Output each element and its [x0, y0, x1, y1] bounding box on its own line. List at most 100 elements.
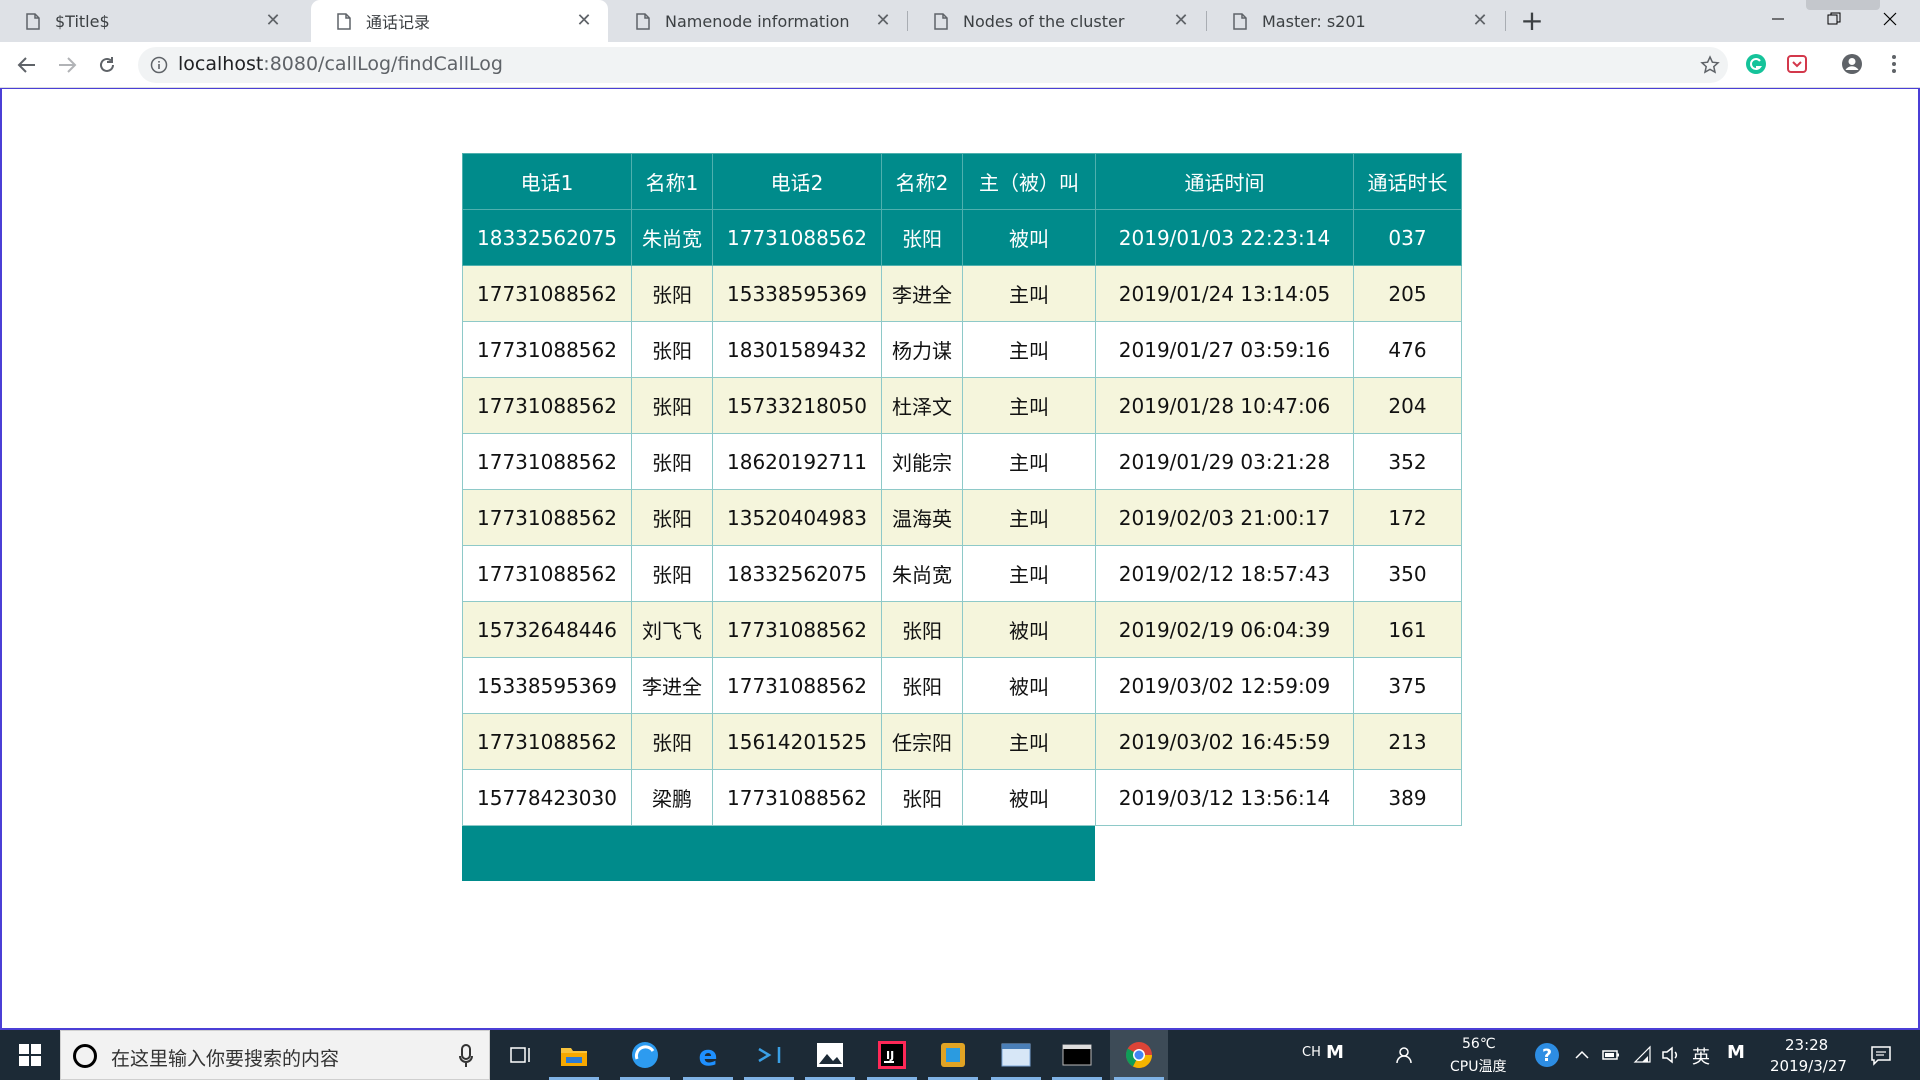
call-time-cell: 2019/02/03 21:00:17 — [1095, 489, 1354, 546]
table-row[interactable]: 15338595369 李进全 17731088562 张阳 被叫 2019/03/02 … — [462, 657, 1462, 714]
reload-icon — [100, 57, 114, 72]
help-icon[interactable]: ? — [1534, 1042, 1560, 1068]
browser-tab-active[interactable]: 通话记录 ✕ — [311, 0, 608, 42]
call-time-cell: 2019/01/27 03:59:16 — [1095, 321, 1354, 378]
task-view-button[interactable] — [492, 1030, 550, 1080]
duration-cell: 213 — [1353, 713, 1462, 770]
call-type-cell: 主叫 — [962, 713, 1096, 770]
table-row[interactable]: 15732648446 刘飞飞 17731088562 张阳 被叫 2019/02/19 … — [462, 601, 1462, 658]
table-row[interactable]: 18332562075 朱尚宽 17731088562 张阳 被叫 2019/01/03 … — [462, 209, 1462, 266]
3d-box-icon — [939, 1041, 967, 1069]
minimize-button[interactable] — [1750, 0, 1806, 38]
people-icon[interactable] — [1395, 1045, 1415, 1065]
column-header: 主（被）叫 — [962, 153, 1096, 210]
taskbar-app-visual-studio[interactable] — [740, 1030, 798, 1080]
tab-title: $Title$ — [55, 11, 110, 31]
menu-kebab-icon[interactable] — [1883, 53, 1905, 75]
document-icon — [636, 12, 650, 30]
notification-icon[interactable] — [1870, 1044, 1892, 1066]
name2-cell: 刘能宗 — [881, 433, 963, 490]
star-icon[interactable] — [1700, 55, 1720, 75]
taskbar-app-browser-round[interactable] — [616, 1030, 674, 1080]
phone1-cell: 15338595369 — [462, 657, 632, 714]
volume-icon[interactable] — [1661, 1045, 1681, 1065]
ime-letter[interactable]: M — [1326, 1042, 1344, 1063]
table-row[interactable]: 17731088562 张阳 13520404983 温海英 主叫 2019/02/03 … — [462, 489, 1462, 546]
close-icon[interactable]: ✕ — [576, 12, 592, 30]
browser-tab[interactable]: Nodes of the cluster ✕ — [908, 0, 1205, 42]
taskbar-app-folder-window[interactable] — [987, 1030, 1045, 1080]
name1-cell: 张阳 — [631, 321, 713, 378]
taskbar-app-edge[interactable]: e — [679, 1030, 737, 1080]
phone1-cell: 17731088562 — [462, 377, 632, 434]
browser-tab[interactable]: $Title$ ✕ — [0, 0, 297, 42]
grammarly-icon[interactable] — [1745, 53, 1767, 75]
phone2-cell: 18620192711 — [712, 433, 882, 490]
folder-window-icon — [1001, 1043, 1031, 1067]
language-indicator[interactable]: 英 — [1692, 1043, 1710, 1069]
phone2-cell: 17731088562 — [712, 657, 882, 714]
column-header: 通话时间 — [1095, 153, 1354, 210]
phone1-cell: 17731088562 — [462, 321, 632, 378]
reload-button[interactable] — [94, 52, 120, 78]
info-icon[interactable] — [150, 56, 168, 74]
taskbar-app-photos[interactable] — [801, 1030, 859, 1080]
table-row[interactable]: 17731088562 张阳 18301589432 杨力谋 主叫 2019/01/27 … — [462, 321, 1462, 378]
phone2-cell: 13520404983 — [712, 489, 882, 546]
pocket-icon[interactable] — [1786, 53, 1808, 75]
clock-date[interactable]: 2019/3/27 — [1770, 1057, 1847, 1075]
browser-tab[interactable]: Namenode information ✕ — [610, 0, 907, 42]
battery-icon[interactable] — [1601, 1045, 1621, 1065]
table-row[interactable]: 15778423030 梁鹏 17731088562 张阳 被叫 2019/03/12 1… — [462, 769, 1462, 826]
taskbar-app-intellij[interactable]: IJ — [863, 1030, 921, 1080]
taskbar-app-file-explorer[interactable] — [545, 1030, 603, 1080]
table-row[interactable]: 17731088562 张阳 15338595369 李进全 主叫 2019/01/24 … — [462, 265, 1462, 322]
tab-title: Namenode information — [665, 11, 850, 31]
duration-cell: 205 — [1353, 265, 1462, 322]
close-icon[interactable]: ✕ — [875, 12, 891, 30]
browser-tab[interactable]: Master: s201 ✕ — [1207, 0, 1504, 42]
wifi-icon[interactable] — [1633, 1045, 1653, 1065]
taskbar-app-chrome[interactable] — [1110, 1030, 1168, 1080]
task-view-icon — [510, 1047, 530, 1063]
column-header: 电话2 — [712, 153, 882, 210]
back-button[interactable] — [14, 52, 40, 78]
table-row[interactable]: 17731088562 张阳 15733218050 杜泽文 主叫 2019/01/28 … — [462, 377, 1462, 434]
call-type-cell: 主叫 — [962, 377, 1096, 434]
close-icon[interactable]: ✕ — [265, 12, 281, 30]
name1-cell: 朱尚宽 — [631, 209, 713, 266]
url-text[interactable]: localhost:8080/callLog/findCallLog — [178, 53, 503, 75]
table-row[interactable]: 17731088562 张阳 18620192711 刘能宗 主叫 2019/01/29 … — [462, 433, 1462, 490]
clock-time[interactable]: 23:28 — [1785, 1036, 1828, 1054]
taskbar-app-terminal[interactable] — [1048, 1030, 1106, 1080]
start-button[interactable] — [0, 1030, 60, 1080]
ime-label[interactable]: CH — [1302, 1045, 1321, 1060]
close-icon[interactable]: ✕ — [1173, 12, 1189, 30]
call-type-cell: 主叫 — [962, 433, 1096, 490]
restore-button[interactable] — [1806, 0, 1862, 38]
close-window-button[interactable] — [1862, 0, 1918, 38]
arrow-right-icon — [59, 57, 77, 73]
phone1-cell: 17731088562 — [462, 489, 632, 546]
taskbar-app-3d-box[interactable] — [924, 1030, 982, 1080]
chevron-up-icon[interactable] — [1572, 1045, 1592, 1065]
call-time-cell: 2019/03/12 13:56:14 — [1095, 769, 1354, 826]
call-time-cell: 2019/01/29 03:21:28 — [1095, 433, 1354, 490]
microphone-icon[interactable] — [459, 1043, 473, 1069]
table-row[interactable]: 17731088562 张阳 15614201525 任宗阳 主叫 2019/03/02 … — [462, 713, 1462, 770]
forward-button[interactable] — [54, 52, 80, 78]
taskbar-search-box[interactable]: 在这里输入你要搜索的内容 — [60, 1030, 490, 1080]
call-type-cell: 主叫 — [962, 265, 1096, 322]
address-bar[interactable]: localhost:8080/callLog/findCallLog — [138, 47, 1728, 83]
ime-mode[interactable]: M — [1727, 1042, 1745, 1063]
table-row[interactable]: 17731088562 张阳 18332562075 朱尚宽 主叫 2019/02/12 … — [462, 545, 1462, 602]
account-icon[interactable] — [1841, 53, 1863, 75]
name1-cell: 刘飞飞 — [631, 601, 713, 658]
phone2-cell: 15733218050 — [712, 377, 882, 434]
call-type-cell: 被叫 — [962, 209, 1096, 266]
browser-toolbar: localhost:8080/callLog/findCallLog — [0, 42, 1920, 88]
tab-title: 通话记录 — [366, 13, 431, 32]
new-tab-button[interactable]: + — [1519, 7, 1545, 35]
name2-cell: 杜泽文 — [881, 377, 963, 434]
close-icon[interactable]: ✕ — [1472, 12, 1488, 30]
